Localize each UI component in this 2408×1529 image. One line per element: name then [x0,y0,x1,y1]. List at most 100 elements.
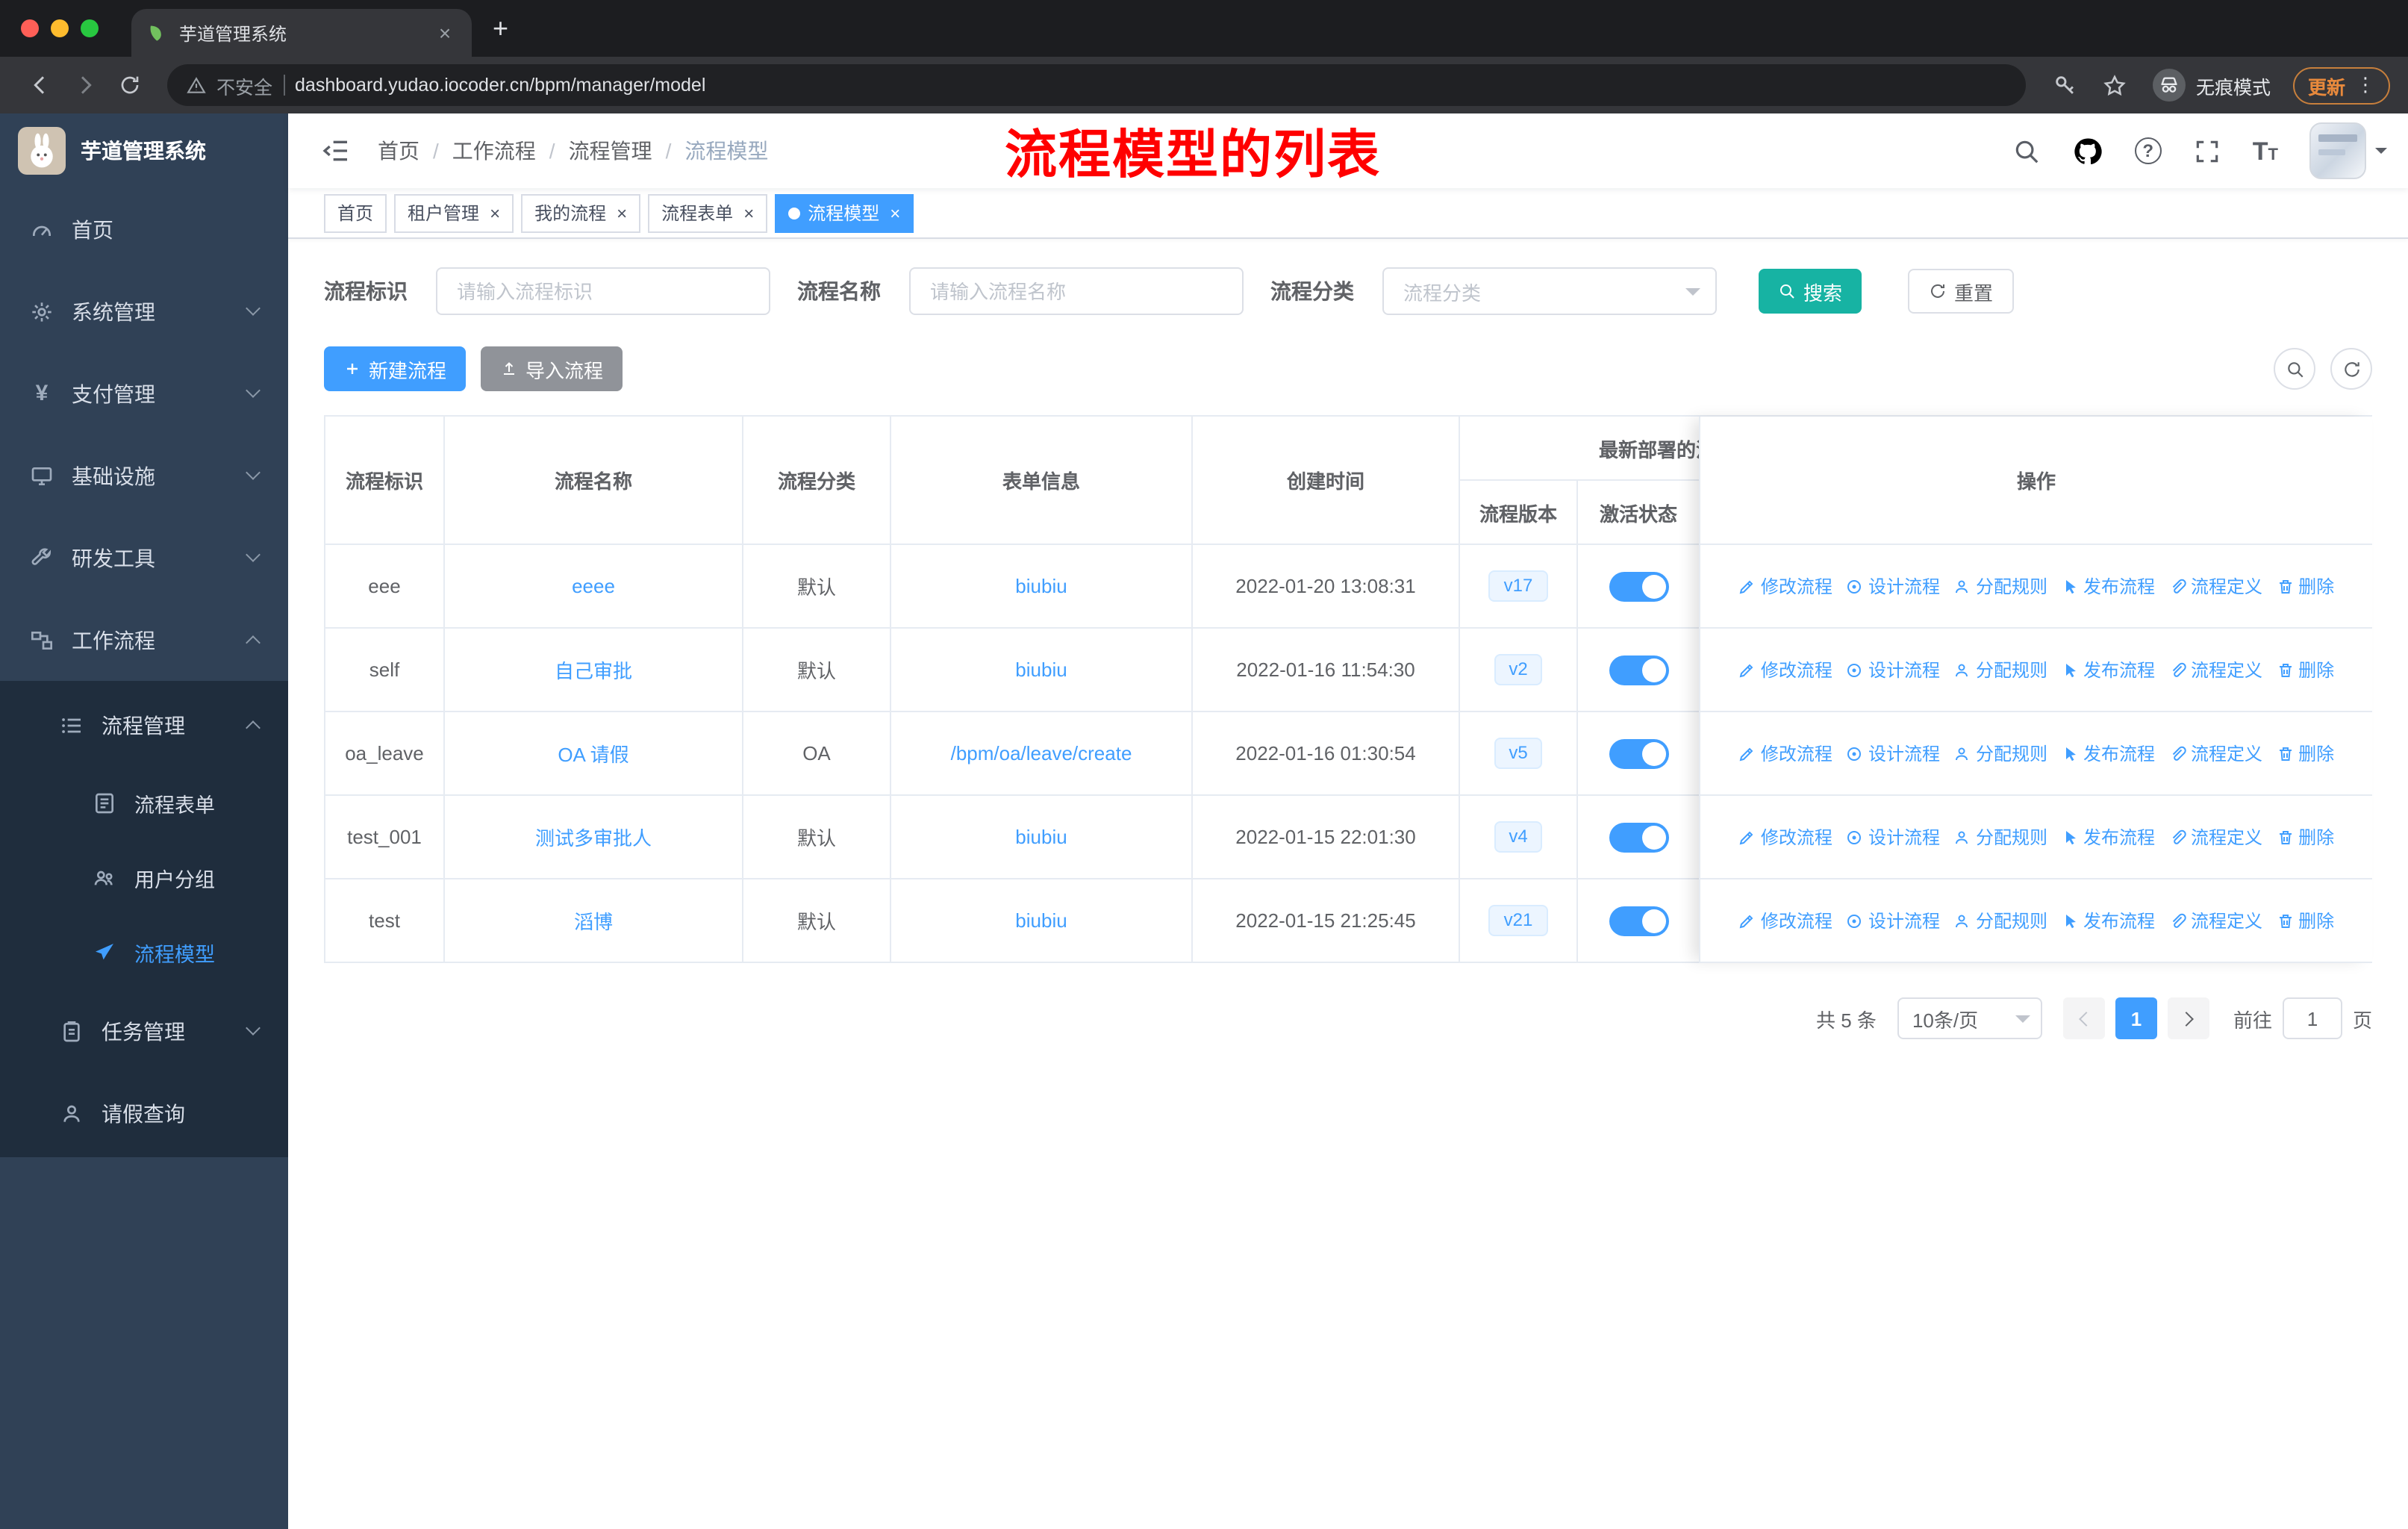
row-action-definition[interactable]: 流程定义 [2168,573,2262,599]
active-toggle[interactable] [1609,822,1668,852]
close-icon[interactable]: × [490,204,500,222]
goto-page-input[interactable] [2282,997,2342,1039]
refresh-table-button[interactable] [2330,348,2372,390]
next-page-button[interactable] [2167,997,2209,1039]
row-action-design[interactable]: 设计流程 [1846,657,1940,682]
view-tag-1[interactable]: 租户管理 × [394,193,514,232]
row-action-design[interactable]: 设计流程 [1846,573,1940,599]
page-1-button[interactable]: 1 [2115,997,2157,1039]
close-icon[interactable]: × [743,204,754,222]
active-toggle[interactable] [1609,738,1668,768]
forward-icon[interactable] [73,73,97,97]
row-action-edit[interactable]: 修改流程 [1738,908,1832,933]
row-action-publish[interactable]: 发布流程 [2061,657,2155,682]
reload-icon[interactable] [118,73,142,97]
row-action-assign[interactable]: 分配规则 [1953,824,2047,850]
form-info-link[interactable]: biubiu [1015,826,1067,848]
row-action-design[interactable]: 设计流程 [1846,824,1940,850]
form-info-link[interactable]: biubiu [1015,909,1067,932]
submenu-item-0[interactable]: 流程管理 [0,684,288,766]
sidebar-item-4[interactable]: 研发工具 [0,517,288,599]
row-action-definition[interactable]: 流程定义 [2168,741,2262,766]
row-action-assign[interactable]: 分配规则 [1953,908,2047,933]
view-tag-2[interactable]: 我的流程 × [521,193,641,232]
category-select[interactable]: 流程分类 [1382,267,1717,315]
import-process-button[interactable]: 导入流程 [481,346,623,391]
browser-tab[interactable]: 芋道管理系统 × [131,9,472,57]
row-action-design[interactable]: 设计流程 [1846,908,1940,933]
process-name-link[interactable]: 自己审批 [555,655,632,684]
row-action-edit[interactable]: 修改流程 [1738,573,1832,599]
reset-button[interactable]: 重置 [1908,269,2015,314]
row-action-delete[interactable]: 删除 [2276,741,2334,766]
app-logo[interactable]: 芋道管理系统 [0,113,288,188]
filter-input-1[interactable] [909,267,1244,315]
address-bar[interactable]: 不安全 dashboard.yudao.iocoder.cn/bpm/manag… [167,64,2026,106]
sidebar-item-0[interactable]: 首页 [0,188,288,270]
search-button[interactable]: 搜索 [1759,269,1862,314]
close-icon[interactable]: × [617,204,627,222]
submenu-item-5[interactable]: 请假查询 [0,1072,288,1154]
new-tab-button[interactable]: + [493,13,508,44]
browser-menu-icon[interactable]: ⋮ [2356,73,2375,97]
search-icon[interactable] [2012,137,2041,165]
row-action-edit[interactable]: 修改流程 [1738,824,1832,850]
sidebar-item-2[interactable]: ¥ 支付管理 [0,352,288,435]
row-action-definition[interactable]: 流程定义 [2168,824,2262,850]
view-tag-0[interactable]: 首页 [324,193,387,232]
breadcrumb-item-1[interactable]: 工作流程 [452,136,536,166]
sidebar-item-5[interactable]: 工作流程 [0,599,288,681]
row-action-delete[interactable]: 删除 [2276,657,2334,682]
row-action-delete[interactable]: 删除 [2276,573,2334,599]
row-action-definition[interactable]: 流程定义 [2168,908,2262,933]
row-action-assign[interactable]: 分配规则 [1953,657,2047,682]
filter-input-0[interactable] [436,267,770,315]
row-action-delete[interactable]: 删除 [2276,908,2334,933]
fullscreen-icon[interactable] [2193,137,2221,165]
github-icon[interactable] [2072,135,2103,166]
row-action-definition[interactable]: 流程定义 [2168,657,2262,682]
row-action-publish[interactable]: 发布流程 [2061,573,2155,599]
sidebar-item-3[interactable]: 基础设施 [0,435,288,517]
form-info-link[interactable]: /bpm/oa/leave/create [951,742,1132,764]
process-name-link[interactable]: 测试多审批人 [535,823,652,851]
update-button[interactable]: 更新 ⋮ [2292,66,2390,104]
sidebar-fold-icon[interactable] [321,136,351,166]
prev-page-button[interactable] [2062,997,2105,1039]
minimize-window-button[interactable] [51,19,69,37]
process-name-link[interactable]: 滔博 [574,906,613,935]
process-name-link[interactable]: eeee [572,575,615,597]
font-size-icon[interactable]: TT [2253,138,2278,164]
row-action-publish[interactable]: 发布流程 [2061,908,2155,933]
show-search-button[interactable] [2274,348,2315,390]
sidebar-item-1[interactable]: 系统管理 [0,270,288,352]
page-size-select[interactable]: 10条/页 [1897,997,2042,1039]
user-avatar[interactable] [2309,122,2387,179]
row-action-delete[interactable]: 删除 [2276,824,2334,850]
back-icon[interactable] [28,73,52,97]
breadcrumb-item-2[interactable]: 流程管理 [569,136,652,166]
submenu-item-3[interactable]: 流程模型 [0,915,288,990]
tab-close-icon[interactable]: × [433,21,457,45]
row-action-edit[interactable]: 修改流程 [1738,741,1832,766]
submenu-item-1[interactable]: 流程表单 [0,766,288,841]
create-process-button[interactable]: 新建流程 [324,346,467,391]
view-tag-4[interactable]: 流程模型 × [775,193,914,232]
bookmark-star-icon[interactable] [2102,72,2127,98]
active-toggle[interactable] [1609,571,1668,601]
submenu-item-4[interactable]: 任务管理 [0,990,288,1072]
active-toggle[interactable] [1609,655,1668,685]
submenu-item-2[interactable]: 用户分组 [0,841,288,915]
close-icon[interactable]: × [890,204,900,222]
row-action-edit[interactable]: 修改流程 [1738,657,1832,682]
active-toggle[interactable] [1609,906,1668,935]
row-action-design[interactable]: 设计流程 [1846,741,1940,766]
row-action-publish[interactable]: 发布流程 [2061,741,2155,766]
form-info-link[interactable]: biubiu [1015,575,1067,597]
not-secure-icon[interactable] [187,75,206,95]
row-action-assign[interactable]: 分配规则 [1953,573,2047,599]
close-window-button[interactable] [21,19,39,37]
form-info-link[interactable]: biubiu [1015,658,1067,681]
row-action-assign[interactable]: 分配规则 [1953,741,2047,766]
process-name-link[interactable]: OA 请假 [558,739,628,767]
